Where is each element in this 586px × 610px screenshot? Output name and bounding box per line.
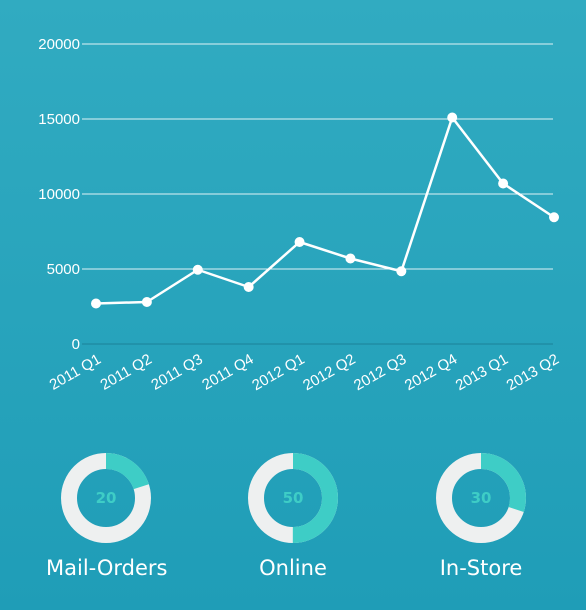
donut-label: Mail-Orders xyxy=(46,556,168,580)
sales-series xyxy=(91,112,559,309)
data-point[interactable] xyxy=(294,237,305,247)
x-tick-label: 2013 Q1 xyxy=(453,351,511,394)
x-tick-label: 2012 Q2 xyxy=(300,351,358,394)
donut-label: In-Store xyxy=(439,556,523,580)
data-point[interactable] xyxy=(141,297,152,307)
donut-chart-mail-orders: 20 xyxy=(61,453,151,543)
y-tick-label: 5000 xyxy=(47,261,80,278)
data-point[interactable] xyxy=(549,212,559,223)
x-tick-label: 2011 Q2 xyxy=(98,351,155,394)
donut-value: 50 xyxy=(283,489,304,507)
data-point[interactable] xyxy=(396,266,407,277)
data-point[interactable] xyxy=(243,282,254,292)
y-tick-label: 10000 xyxy=(38,186,80,203)
series-line xyxy=(95,116,555,305)
donut-chart-in-store: 30 xyxy=(436,453,526,543)
x-tick-label: 2013 Q2 xyxy=(504,351,562,394)
donut-online: 50 Online xyxy=(233,452,353,580)
y-axis-ticks: 0 5000 10000 15000 20000 xyxy=(38,36,80,353)
x-tick-label: 2011 Q1 xyxy=(47,351,104,394)
y-tick-label: 0 xyxy=(72,336,80,353)
donut-value: 20 xyxy=(96,489,117,507)
data-point[interactable] xyxy=(345,253,356,264)
donut-mail-orders: 20 Mail-Orders xyxy=(46,452,168,580)
donut-value: 30 xyxy=(471,489,492,507)
x-tick-label: 2011 Q3 xyxy=(148,351,205,394)
x-tick-label: 2012 Q3 xyxy=(351,351,409,394)
donut-in-store: 30 In-Store xyxy=(421,452,541,580)
donut-chart-online: 50 xyxy=(248,453,338,543)
data-point[interactable] xyxy=(192,264,203,275)
data-point[interactable] xyxy=(91,298,101,309)
data-point[interactable] xyxy=(447,112,458,123)
x-tick-label: 2012 Q1 xyxy=(249,351,307,394)
x-tick-label: 2011 Q4 xyxy=(199,351,256,394)
y-tick-label: 20000 xyxy=(38,36,80,53)
data-point[interactable] xyxy=(498,178,509,189)
donut-label: Online xyxy=(259,556,327,580)
x-tick-label: 2012 Q4 xyxy=(402,351,460,394)
line-chart: 05000100001500020000 2011 Q12011 Q22011 … xyxy=(38,36,562,394)
y-tick-label: 15000 xyxy=(38,111,80,128)
x-axis-ticks: 2011 Q12011 Q22011 Q32011 Q42012 Q12012 … xyxy=(47,351,562,394)
